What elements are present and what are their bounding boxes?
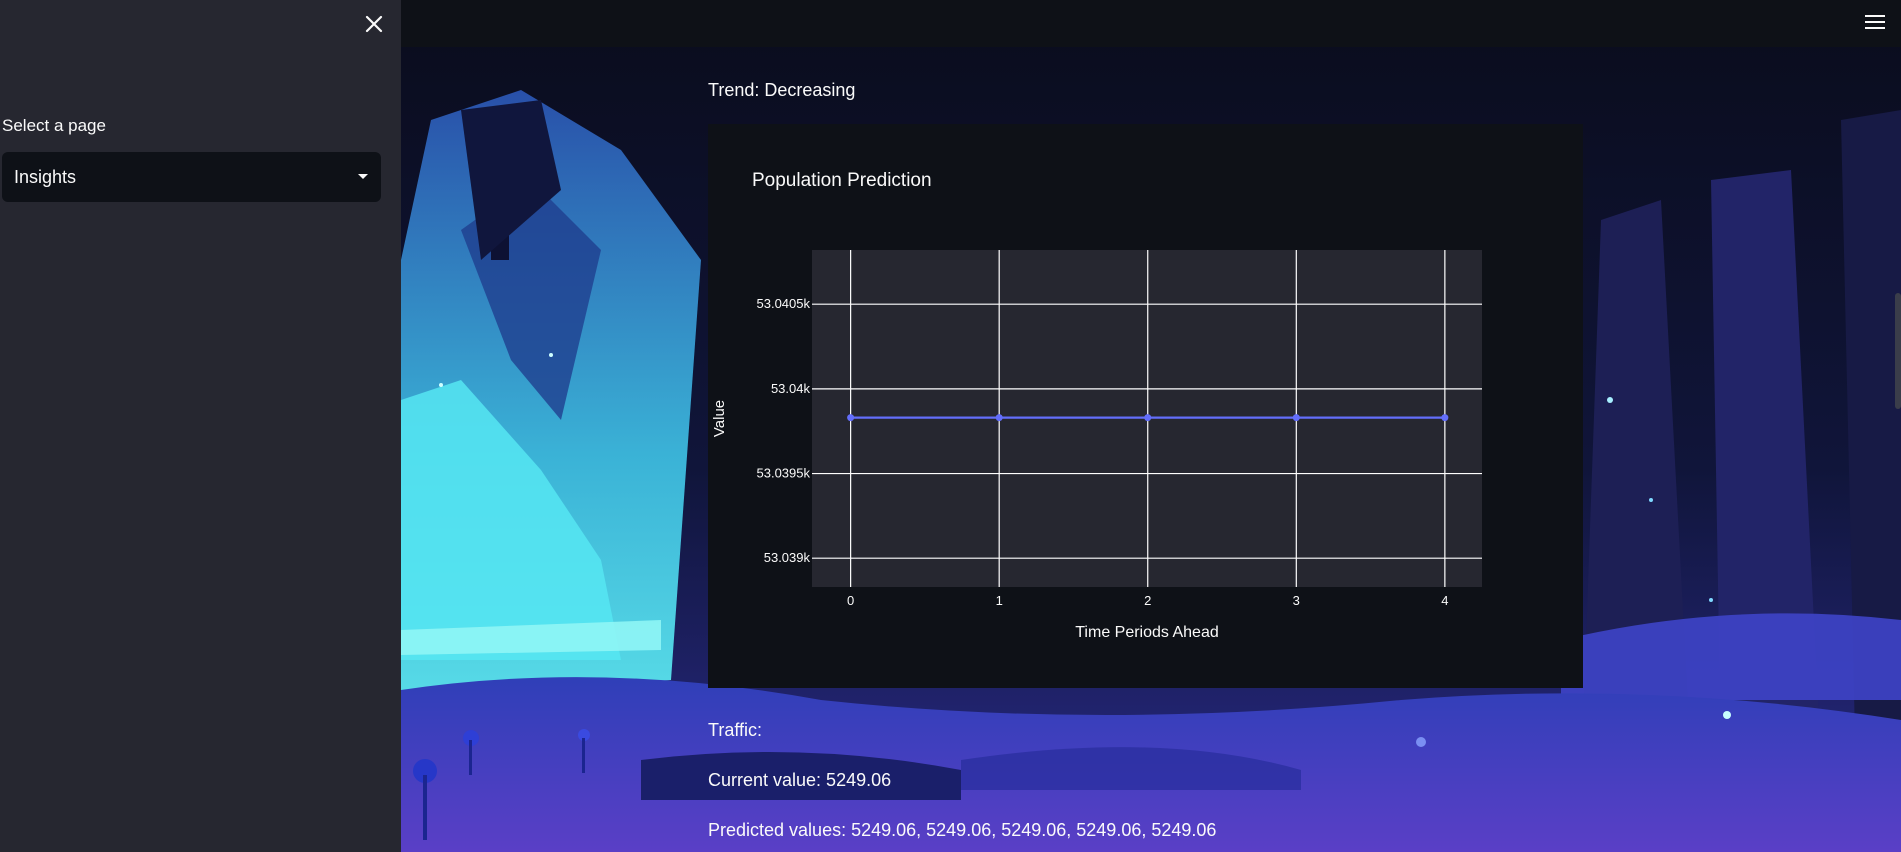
page-select-dropdown[interactable]: Insights [2, 152, 381, 202]
data-point [847, 414, 855, 422]
trend-text: Trend: Decreasing [708, 80, 856, 100]
population-prediction-chart: 0 1 2 3 4 53.039k 53.0395k 53.04k 53.0405k Time … [708, 124, 1583, 688]
x-axis-label: Time Periods Ahead [1075, 624, 1218, 641]
main-menu-button[interactable] [1863, 10, 1887, 34]
predicted-values-text: Predicted values: 5249.06, 5249.06, 5249… [708, 820, 1217, 840]
x-tick-label: 4 [1441, 593, 1448, 608]
page-scrollbar[interactable] [1895, 293, 1901, 409]
current-value-text: Current value: 5249.06 [708, 770, 892, 790]
close-sidebar-button[interactable] [360, 10, 388, 38]
x-tick-label: 3 [1293, 593, 1300, 608]
x-tick-label: 2 [1144, 593, 1151, 608]
y-tick-label: 53.0405k [757, 296, 811, 311]
data-point [1292, 414, 1300, 422]
data-point [1144, 414, 1152, 422]
page-select-value: Insights [14, 166, 77, 187]
hamburger-menu-icon [1865, 15, 1885, 29]
x-tick-label: 0 [847, 593, 854, 608]
x-tick-label: 1 [996, 593, 1003, 608]
sidebar: Select a page Insights [0, 0, 401, 852]
chart-title: Population Prediction [752, 170, 932, 191]
y-tick-label: 53.04k [771, 381, 811, 396]
data-point [1441, 414, 1449, 422]
chart-svg: 0 1 2 3 4 53.039k 53.0395k 53.04k 53.0405k Time … [711, 250, 1482, 641]
y-tick-label: 53.0395k [757, 466, 811, 481]
app-header [401, 0, 1901, 47]
traffic-label: Traffic: [708, 720, 763, 740]
caret-down-icon [358, 174, 368, 179]
y-tick-label: 53.039k [764, 550, 811, 565]
y-axis-label: Value [711, 400, 728, 437]
select-page-label: Select a page [2, 116, 106, 135]
data-point [995, 414, 1003, 422]
close-icon [365, 15, 383, 33]
